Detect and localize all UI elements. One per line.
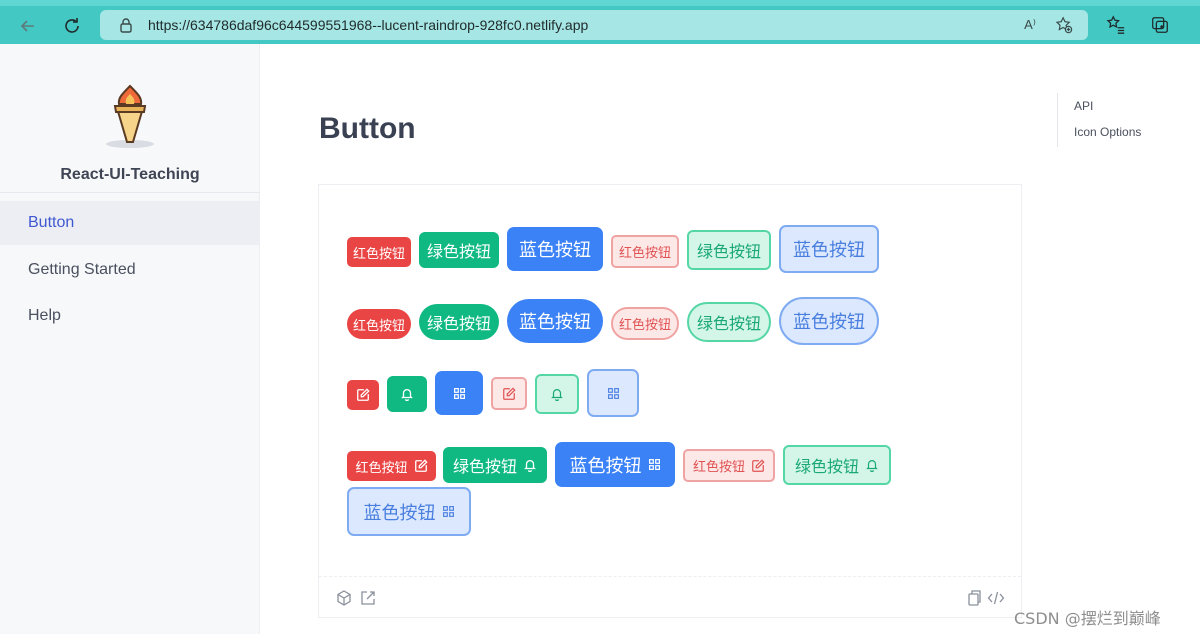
button-label: 蓝色按钮 [793, 312, 865, 333]
demo-panel: 红色按钮 绿色按钮 蓝色按钮 红色按钮 绿色按钮 蓝色按钮 红色按钮 绿色按钮 … [318, 184, 1022, 618]
blue-text-icon-button[interactable]: 蓝色按钮 [555, 442, 675, 487]
toc-item-icon-options[interactable]: Icon Options [1074, 125, 1141, 139]
button-label: 绿色按钮 [452, 457, 517, 476]
red-button[interactable]: 红色按钮 [347, 237, 411, 267]
blue-icon-button[interactable] [435, 371, 483, 415]
green-plain-text-icon-button[interactable]: 绿色按钮 [783, 445, 891, 485]
bell-icon [524, 459, 536, 472]
button-label: 红色按钮 [618, 318, 671, 333]
watermark: CSDN @摆烂到巅峰 [1014, 609, 1161, 628]
red-plain-round-button[interactable]: 红色按钮 [611, 307, 679, 340]
red-text-icon-button[interactable]: 红色按钮 [347, 451, 436, 481]
button-label: 红色按钮 [692, 460, 745, 475]
back-button[interactable] [14, 12, 42, 40]
bell-icon [866, 460, 878, 472]
red-round-button[interactable]: 红色按钮 [347, 309, 411, 339]
green-plain-button[interactable]: 绿色按钮 [687, 230, 771, 270]
button-label: 绿色按钮 [426, 314, 491, 333]
favorites-icon[interactable] [1105, 14, 1127, 36]
edit-icon [752, 458, 765, 472]
demo-toolbar [319, 576, 1021, 618]
button-label: 蓝色按钮 [519, 312, 591, 333]
green-round-button[interactable]: 绿色按钮 [419, 304, 499, 340]
edit-icon [414, 459, 428, 472]
button-label: 红色按钮 [355, 460, 408, 476]
red-icon-button[interactable] [347, 380, 379, 410]
button-label: 红色按钮 [352, 246, 405, 262]
green-plain-round-button[interactable]: 绿色按钮 [687, 302, 771, 342]
button-label: 蓝色按钮 [569, 455, 642, 477]
red-plain-text-icon-button[interactable]: 红色按钮 [683, 449, 775, 482]
blue-round-button[interactable]: 蓝色按钮 [507, 299, 603, 343]
sidebar-divider [0, 192, 260, 193]
green-text-icon-button[interactable]: 绿色按钮 [443, 447, 547, 483]
grid-icon [607, 387, 619, 399]
blue-button[interactable]: 蓝色按钮 [507, 227, 603, 271]
red-plain-button[interactable]: 红色按钮 [611, 235, 679, 268]
sidebar-item-button[interactable]: Button [0, 201, 260, 245]
button-label: 红色按钮 [618, 246, 671, 261]
add-favorite-icon[interactable] [1054, 15, 1074, 35]
button-label: 绿色按钮 [426, 242, 491, 261]
browser-toolbar: https://634786daf96c644599551968--lucent… [0, 0, 1200, 44]
sidebar-item-getting-started[interactable]: Getting Started [0, 248, 260, 292]
bell-icon [401, 388, 413, 401]
torch-logo-icon [102, 82, 158, 152]
blue-plain-button[interactable]: 蓝色按钮 [779, 225, 879, 273]
codesandbox-icon[interactable] [335, 589, 353, 607]
button-label: 绿色按钮 [794, 457, 859, 476]
refresh-icon [65, 18, 79, 33]
button-label: 蓝色按钮 [793, 240, 865, 261]
refresh-button[interactable] [58, 12, 86, 40]
blue-plain-text-icon-button[interactable]: 蓝色按钮 [347, 487, 471, 536]
button-label: 绿色按钮 [696, 314, 761, 333]
collections-icon[interactable] [1149, 14, 1171, 36]
sidebar: React-UI-Teaching Button Getting Started… [0, 44, 260, 634]
arrow-left-icon [20, 20, 34, 32]
red-plain-icon-button[interactable] [491, 377, 527, 410]
button-label: 蓝色按钮 [363, 502, 436, 524]
address-bar[interactable]: https://634786daf96c644599551968--lucent… [100, 10, 1088, 40]
grid-icon [648, 459, 660, 470]
button-label: 绿色按钮 [696, 242, 761, 261]
grid-icon [453, 387, 465, 399]
button-label: 红色按钮 [352, 318, 405, 334]
bell-icon [551, 389, 563, 401]
green-button[interactable]: 绿色按钮 [419, 232, 499, 268]
edit-icon [357, 388, 370, 401]
copy-icon[interactable] [965, 589, 983, 607]
sidebar-item-help[interactable]: Help [0, 294, 260, 338]
green-icon-button[interactable] [387, 376, 427, 412]
code-icon[interactable] [987, 589, 1005, 607]
edit-icon [503, 386, 516, 400]
brand-name: React-UI-Teaching [60, 166, 200, 183]
read-aloud-icon[interactable]: A⁾ [1020, 15, 1040, 35]
toc-item-api[interactable]: API [1074, 99, 1093, 113]
grid-icon [442, 506, 454, 517]
open-external-icon[interactable] [359, 589, 377, 607]
blue-plain-round-button[interactable]: 蓝色按钮 [779, 297, 879, 345]
lock-icon [118, 16, 134, 34]
button-label: 蓝色按钮 [519, 240, 591, 261]
url-text: https://634786daf96c644599551968--lucent… [148, 17, 589, 33]
table-of-contents: API Icon Options [1057, 93, 1177, 147]
blue-plain-icon-button[interactable] [587, 369, 639, 417]
page-title: Button [319, 112, 416, 145]
green-plain-icon-button[interactable] [535, 374, 579, 414]
